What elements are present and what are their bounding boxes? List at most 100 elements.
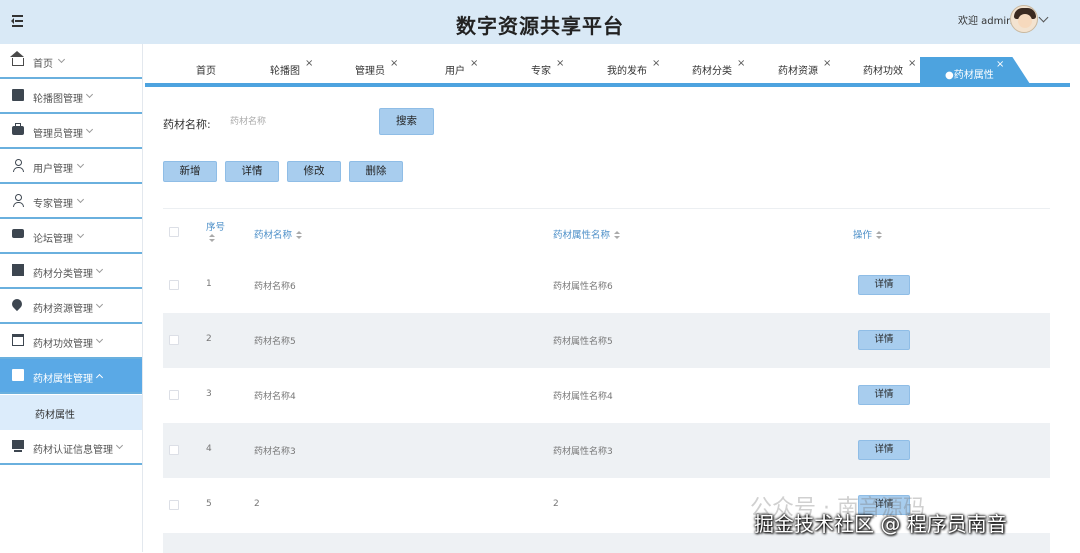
drop-icon: [9, 296, 25, 312]
sort-icon[interactable]: [614, 231, 621, 240]
chevron-down-icon: [115, 441, 124, 450]
column-header-attribute[interactable]: 药材属性名称: [553, 227, 621, 241]
row-checkbox[interactable]: [169, 500, 179, 510]
tab-herb-category[interactable]: 药材分类 ×: [692, 58, 745, 84]
detail-button[interactable]: 详情: [225, 161, 279, 182]
close-icon[interactable]: ×: [556, 58, 564, 69]
top-bar: 数字资源共享平台 欢迎 admin: [0, 0, 1080, 44]
select-all-checkbox[interactable]: [169, 227, 179, 237]
table-row: 2 药材名称5 药材属性名称5 详情: [163, 313, 1050, 368]
sidebar-item-herb-resource[interactable]: 药材资源管理: [0, 289, 142, 324]
sidebar-item-label: 首页: [33, 59, 53, 70]
sidebar-item-herb-effect[interactable]: 药材功效管理: [0, 324, 142, 359]
column-header-operation[interactable]: 操作: [853, 227, 883, 241]
chevron-down-icon: [85, 125, 94, 134]
user-icon: [12, 194, 24, 207]
close-icon[interactable]: ×: [305, 58, 313, 69]
close-icon[interactable]: ×: [908, 58, 916, 69]
sidebar-item-herb-category[interactable]: 药材分类管理: [0, 254, 142, 289]
cell-attribute: 药材属性名称3: [553, 447, 613, 457]
edit-button[interactable]: 修改: [287, 161, 341, 182]
sidebar-item-label: 专家管理: [33, 199, 73, 210]
sidebar-item-users[interactable]: 用户管理: [0, 149, 142, 184]
tab-herb-attribute[interactable]: ●药材属性 ×: [920, 57, 1030, 84]
chevron-down-icon: [85, 90, 94, 99]
image-icon: [12, 89, 24, 101]
sidebar: 首页 轮播图管理 管理员管理 用户管理 专家管理 论坛管理 药材分类管理 药材资…: [0, 44, 143, 552]
close-icon[interactable]: ×: [737, 58, 745, 69]
user-icon: [12, 159, 24, 172]
panel-icon: [12, 369, 24, 381]
chevron-up-icon: [95, 373, 104, 382]
tab-admin[interactable]: 管理员 ×: [355, 58, 398, 84]
chevron-down-icon: [95, 265, 104, 274]
sidebar-subitem-herb-attribute[interactable]: 药材属性: [0, 395, 142, 430]
avatar[interactable]: [1010, 5, 1038, 33]
tab-label: ●药材属性: [945, 70, 994, 81]
home-icon: [10, 51, 24, 66]
row-detail-button[interactable]: 详情: [858, 385, 910, 405]
tab-users[interactable]: 用户 ×: [445, 58, 478, 84]
book-icon: [12, 264, 24, 276]
chevron-down-icon: [76, 230, 85, 239]
cell-attribute: 药材属性名称4: [553, 392, 613, 402]
tab-underline: [145, 83, 1070, 87]
tab-my-posts[interactable]: 我的发布 ×: [607, 58, 660, 84]
sidebar-item-label: 药材属性管理: [33, 374, 93, 385]
sidebar-item-herb-certification[interactable]: 药材认证信息管理: [0, 430, 142, 465]
close-icon[interactable]: ×: [996, 59, 1004, 70]
chevron-down-icon: [95, 335, 104, 344]
sort-icon[interactable]: [876, 231, 883, 240]
tab-home[interactable]: 首页: [196, 62, 216, 84]
row-checkbox[interactable]: [169, 280, 179, 290]
row-detail-button[interactable]: 详情: [858, 330, 910, 350]
row-detail-button[interactable]: 详情: [858, 440, 910, 460]
sidebar-item-label: 论坛管理: [33, 234, 73, 245]
search-button[interactable]: 搜索: [379, 108, 434, 135]
row-checkbox[interactable]: [169, 390, 179, 400]
sidebar-item-label: 药材认证信息管理: [33, 445, 113, 456]
column-header-index[interactable]: 序号: [206, 219, 225, 244]
sidebar-item-label: 用户管理: [33, 164, 73, 175]
sidebar-item-label: 管理员管理: [33, 129, 83, 140]
cell-index: 1: [206, 279, 212, 289]
sidebar-item-experts[interactable]: 专家管理: [0, 184, 142, 219]
cell-index: 5: [206, 499, 212, 509]
tab-experts[interactable]: 专家 ×: [531, 58, 564, 84]
sidebar-item-carousel[interactable]: 轮播图管理: [0, 79, 142, 114]
table-row: 4 药材名称3 药材属性名称3 详情: [163, 423, 1050, 478]
tab-herb-effect[interactable]: 药材功效 ×: [863, 58, 916, 84]
sort-icon[interactable]: [296, 231, 303, 240]
sidebar-subitem-label: 药材属性: [35, 410, 75, 421]
table-row: 1 药材名称6 药材属性名称6 详情: [163, 258, 1050, 313]
credit-text: 掘金技术社区 @ 程序员南音: [754, 512, 1007, 536]
add-button[interactable]: 新增: [163, 161, 217, 182]
cell-attribute: 2: [553, 499, 559, 509]
row-checkbox[interactable]: [169, 335, 179, 345]
table-header: 序号 药材名称 药材属性名称 操作: [163, 208, 1050, 258]
chevron-down-icon: [95, 300, 104, 309]
sidebar-item-home[interactable]: 首页: [0, 44, 142, 79]
cell-name: 药材名称5: [254, 337, 296, 347]
close-icon[interactable]: ×: [823, 58, 831, 69]
sidebar-item-herb-attribute[interactable]: 药材属性管理: [0, 359, 142, 394]
chevron-down-icon: [57, 55, 66, 64]
delete-button[interactable]: 删除: [349, 161, 403, 182]
cell-name: 药材名称6: [254, 282, 296, 292]
cell-index: 4: [206, 444, 212, 454]
search-input[interactable]: [224, 110, 364, 134]
row-checkbox[interactable]: [169, 445, 179, 455]
close-icon[interactable]: ×: [652, 58, 660, 69]
sidebar-item-admin[interactable]: 管理员管理: [0, 114, 142, 149]
sidebar-item-label: 药材分类管理: [33, 269, 93, 280]
row-detail-button[interactable]: 详情: [858, 275, 910, 295]
close-icon[interactable]: ×: [390, 58, 398, 69]
sidebar-item-forum[interactable]: 论坛管理: [0, 219, 142, 254]
column-header-name[interactable]: 药材名称: [254, 227, 303, 241]
card-icon: [12, 334, 24, 346]
close-icon[interactable]: ×: [470, 58, 478, 69]
tab-herb-resource[interactable]: 药材资源 ×: [778, 58, 831, 84]
tab-carousel[interactable]: 轮播图 ×: [270, 58, 313, 84]
cell-index: 2: [206, 334, 212, 344]
sort-icon[interactable]: [209, 234, 215, 243]
